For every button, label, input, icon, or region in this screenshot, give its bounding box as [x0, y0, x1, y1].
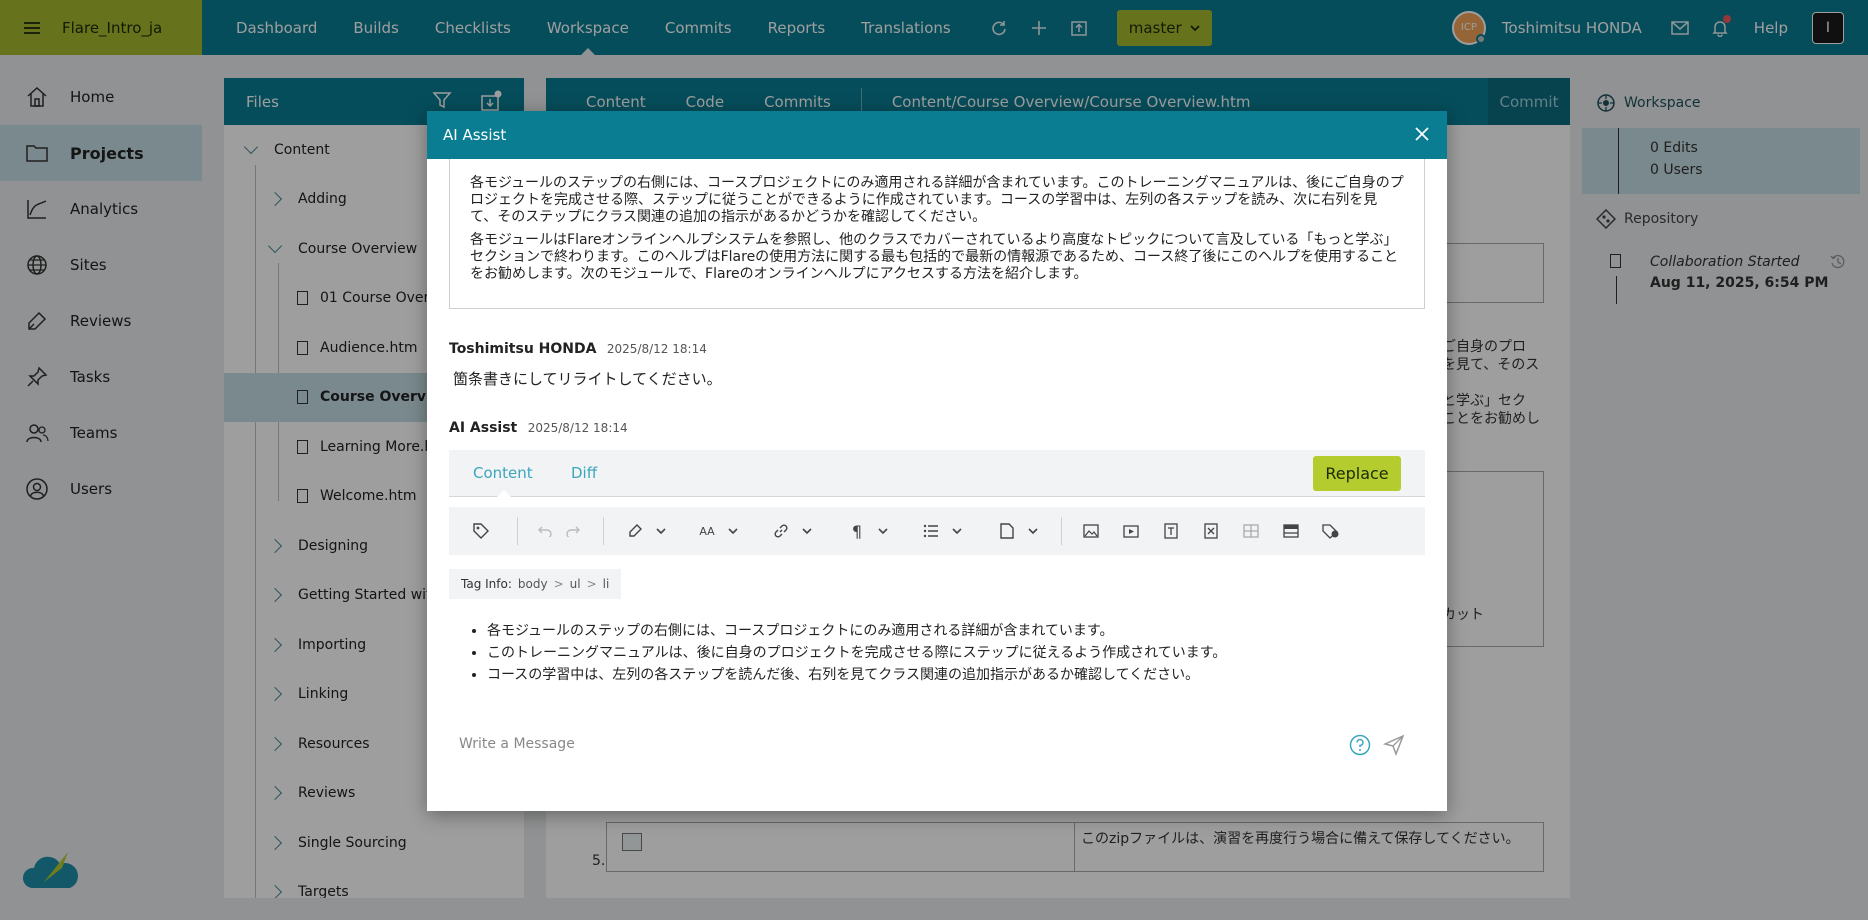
toolbar-divider: [1061, 517, 1062, 545]
message-author: Toshimitsu HONDA: [449, 341, 597, 357]
table-icon[interactable]: [1239, 519, 1263, 543]
table-style-icon[interactable]: [1279, 519, 1303, 543]
source-text-box: 各モジュールのステップの右側には、コースプロジェクトにのみ適用される詳細が含まれ…: [449, 159, 1425, 309]
image-icon[interactable]: [1079, 519, 1103, 543]
ai-message-meta: AI Assist 2025/8/12 18:14: [449, 420, 628, 436]
chevron-down-icon[interactable]: [795, 519, 819, 543]
close-icon[interactable]: [1411, 123, 1433, 145]
user-message-meta: Toshimitsu HONDA 2025/8/12 18:14: [449, 341, 707, 357]
replace-button[interactable]: Replace: [1313, 456, 1401, 491]
list-item: このトレーニングマニュアルは、後に自身のプロジェクトを完成させる際にステップに従…: [487, 642, 1226, 664]
condition-tag-icon[interactable]: [1319, 519, 1343, 543]
text-box-icon[interactable]: [1159, 519, 1183, 543]
ai-assist-dialog: AI Assist 各モジュールのステップの右側には、コースプロジェクトにのみ適…: [427, 111, 1447, 811]
undo-icon[interactable]: [533, 519, 557, 543]
help-circle-icon[interactable]: [1349, 734, 1371, 760]
tag-info-label: Tag Info:: [461, 577, 512, 591]
list-icon[interactable]: [919, 519, 943, 543]
highlight-icon[interactable]: [623, 519, 647, 543]
user-message-text: 箇条書きにしてリライトしてください。: [453, 370, 722, 388]
tab-content[interactable]: Content: [473, 464, 533, 482]
message-time: 2025/8/12 18:14: [606, 342, 707, 356]
tag-path-separator: >: [553, 577, 564, 591]
dialog-header: AI Assist: [427, 111, 1447, 159]
list-item: 各モジュールのステップの右側には、コースプロジェクトにのみ適用される詳細が含まれ…: [487, 620, 1226, 642]
message-composer: [449, 719, 1425, 769]
insert-file-icon[interactable]: [995, 519, 1019, 543]
tag-path-separator: >: [586, 577, 597, 591]
toolbar-divider: [603, 517, 604, 545]
chevron-down-icon[interactable]: [945, 519, 969, 543]
tag-path-item[interactable]: ul: [570, 577, 581, 591]
message-time: 2025/8/12 18:14: [527, 421, 628, 435]
tag-icon[interactable]: [469, 519, 493, 543]
list-item: コースの学習中は、左列の各ステップを読んだ後、右列を見てクラス関連の追加指示があ…: [487, 664, 1226, 686]
editor-toolbar: AA ¶: [449, 507, 1425, 555]
link-icon[interactable]: [769, 519, 793, 543]
result-tabs: Content Diff Replace: [449, 450, 1425, 497]
chevron-down-icon[interactable]: [649, 519, 673, 543]
tag-path-item[interactable]: body: [518, 577, 548, 591]
chevron-down-icon[interactable]: [871, 519, 895, 543]
dialog-title: AI Assist: [443, 126, 507, 144]
tag-path-item[interactable]: li: [603, 577, 610, 591]
send-icon[interactable]: [1382, 734, 1405, 760]
media-icon[interactable]: [1119, 519, 1143, 543]
toolbar-divider: [517, 517, 518, 545]
tag-info: Tag Info: body > ul > li: [449, 569, 622, 599]
redo-icon[interactable]: [561, 519, 585, 543]
chevron-down-icon[interactable]: [1021, 519, 1045, 543]
tab-diff[interactable]: Diff: [571, 464, 597, 482]
paragraph-icon[interactable]: ¶: [845, 519, 869, 543]
source-paragraph: 各モジュールはFlareオンラインヘルプシステムを参照し、他のクラスでカバーされ…: [470, 232, 1399, 282]
source-paragraph: 各モジュールのステップの右側には、コースプロジェクトにのみ適用される詳細が含まれ…: [470, 175, 1404, 225]
message-input[interactable]: [449, 719, 1349, 769]
rewritten-bullet-list[interactable]: 各モジュールのステップの右側には、コースプロジェクトにのみ適用される詳細が含まれ…: [487, 620, 1226, 686]
snippet-icon[interactable]: [1199, 519, 1223, 543]
font-size-icon[interactable]: AA: [695, 519, 719, 543]
message-author: AI Assist: [449, 420, 518, 436]
active-tab-indicator: [497, 490, 511, 497]
chevron-down-icon[interactable]: [721, 519, 745, 543]
